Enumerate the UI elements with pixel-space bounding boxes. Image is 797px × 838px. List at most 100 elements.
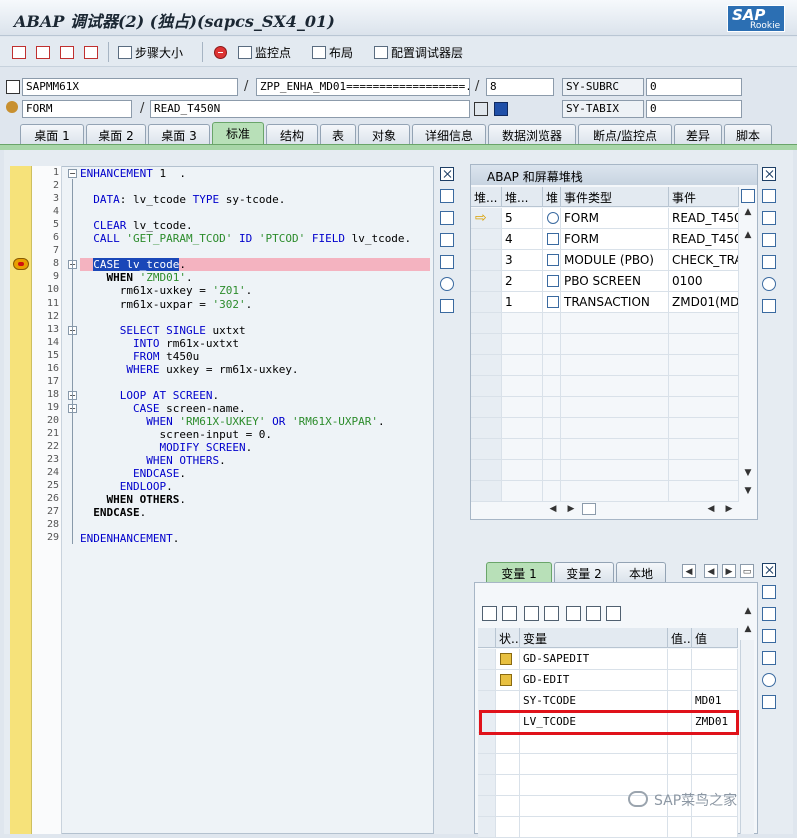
resize-icon[interactable] xyxy=(762,255,776,269)
scroll-right-arrow-icon[interactable]: ▶ xyxy=(722,502,736,516)
services-icon[interactable] xyxy=(762,673,776,687)
close-icon[interactable] xyxy=(762,563,776,577)
stack-event-type[interactable]: MODULE (PBO) xyxy=(561,250,669,271)
stack-column-header[interactable]: 堆... xyxy=(502,187,543,207)
code-line[interactable]: FROM t450u xyxy=(80,350,199,363)
stack-event-type[interactable]: FORM xyxy=(561,208,669,229)
stack-event[interactable]: 0100 xyxy=(669,271,739,292)
stack-level[interactable]: 3 xyxy=(502,250,543,271)
stack-column-header[interactable]: 事件类型 xyxy=(561,187,669,207)
variable-cell[interactable] xyxy=(668,691,692,712)
services-icon[interactable] xyxy=(440,277,454,291)
tab-variables-2[interactable]: 变量 2 xyxy=(554,562,614,582)
code-line[interactable]: screen-input = 0. xyxy=(80,428,272,441)
hierarchy-icon[interactable] xyxy=(566,606,581,621)
stack-column-header[interactable]: 堆 xyxy=(543,187,561,207)
variable-value[interactable] xyxy=(692,670,738,691)
variables-column-header[interactable] xyxy=(478,628,496,648)
variables-column-header[interactable]: 值... xyxy=(668,628,692,648)
tab-variables-1[interactable]: 变量 1 xyxy=(486,562,552,582)
tab-breakpoints[interactable]: 断点/监控点 xyxy=(578,124,672,145)
tab-table[interactable]: 表 xyxy=(320,124,356,145)
tag-icon[interactable] xyxy=(606,606,621,621)
code-line[interactable]: LOOP AT SCREEN. xyxy=(80,389,219,402)
stack-row-marker[interactable] xyxy=(471,271,502,292)
variables-column-header[interactable]: 状... xyxy=(496,628,520,648)
stack-event[interactable]: READ_T450N xyxy=(669,208,739,229)
resize-icon[interactable] xyxy=(762,651,776,665)
code-line[interactable]: rm61x-uxkey = 'Z01'. xyxy=(80,284,252,297)
tab-local[interactable]: 本地 xyxy=(616,562,666,582)
horizontal-scroll-thumb[interactable] xyxy=(582,503,596,515)
program-field[interactable]: SAPMM61X xyxy=(22,78,238,96)
stack-row-marker[interactable] xyxy=(471,229,502,250)
variable-cell[interactable] xyxy=(478,670,496,691)
stack-column-header[interactable]: 堆... xyxy=(471,187,502,207)
column-settings-icon[interactable] xyxy=(741,189,755,203)
step-into-button[interactable] xyxy=(12,43,26,61)
settings-icon[interactable] xyxy=(762,695,776,709)
stack-level[interactable]: 5 xyxy=(502,208,543,229)
info-icon[interactable] xyxy=(494,102,508,116)
stack-event-type[interactable]: PBO SCREEN xyxy=(561,271,669,292)
code-line[interactable]: CALL 'GET_PARAM_TCOD' ID 'PTCOD' FIELD l… xyxy=(80,232,411,245)
tab-diff[interactable]: 差异 xyxy=(674,124,722,145)
services-icon[interactable] xyxy=(762,277,776,291)
stack-row-marker[interactable] xyxy=(471,292,502,313)
tab-list-icon[interactable]: ▭ xyxy=(740,564,754,578)
tab-desktop-1[interactable]: 桌面 1 xyxy=(20,124,84,145)
import-icon[interactable] xyxy=(502,606,517,621)
stack-event[interactable]: CHECK_TRANS xyxy=(669,250,739,271)
stack-event[interactable]: READ_T450N xyxy=(669,229,739,250)
tab-desktop-3[interactable]: 桌面 3 xyxy=(148,124,210,145)
stack-level[interactable]: 1 xyxy=(502,292,543,313)
variable-cell[interactable] xyxy=(668,670,692,691)
event-type-field[interactable]: FORM xyxy=(22,100,132,118)
tab-object[interactable]: 对象 xyxy=(358,124,410,145)
settings-icon[interactable] xyxy=(762,299,776,313)
code-line[interactable]: DATA: lv_tcode TYPE sy-tcode. xyxy=(80,193,285,206)
tab-script[interactable]: 脚本 xyxy=(724,124,772,145)
scroll-left-arrow-icon[interactable]: ◀ xyxy=(546,502,560,516)
code-line[interactable]: MODIFY SCREEN. xyxy=(80,441,252,454)
variable-value[interactable] xyxy=(692,649,738,670)
scroll-down-arrow-icon[interactable]: ▼ xyxy=(741,466,755,480)
current-code-line[interactable]: CASE lv_tcode. xyxy=(80,258,430,272)
new-tool-icon[interactable] xyxy=(762,189,776,203)
fullscreen-icon[interactable] xyxy=(762,629,776,643)
close-icon[interactable] xyxy=(440,167,454,181)
new-tool-icon[interactable] xyxy=(762,585,776,599)
fullscreen-icon[interactable] xyxy=(440,233,454,247)
layout-button[interactable]: 布局 xyxy=(312,43,353,61)
variable-name[interactable]: GD-SAPEDIT xyxy=(520,649,668,670)
swap-tool-icon[interactable] xyxy=(762,211,776,225)
stack-row-marker[interactable] xyxy=(471,250,502,271)
variables-vertical-scrollbar[interactable] xyxy=(740,640,754,834)
stack-event-type[interactable]: FORM xyxy=(561,229,669,250)
fold-toggle-icon[interactable]: − xyxy=(68,169,77,178)
config-layer-button[interactable]: 配置调试器层 xyxy=(374,43,463,61)
line-field[interactable]: 8 xyxy=(486,78,554,96)
code-line[interactable]: ENDCASE. xyxy=(80,467,186,480)
step-size-button[interactable]: 步骤大小 xyxy=(118,43,183,61)
variables-column-header[interactable]: 值 xyxy=(692,628,738,648)
resize-icon[interactable] xyxy=(440,255,454,269)
variable-cell[interactable] xyxy=(478,649,496,670)
scroll-down-arrow-icon[interactable]: ▼ xyxy=(741,484,755,498)
variables-column-header[interactable]: 变量 xyxy=(520,628,668,648)
delete-icon[interactable] xyxy=(482,606,497,621)
event-field[interactable]: READ_T450N xyxy=(150,100,470,118)
code-line[interactable]: WHEN OTHERS. xyxy=(80,454,226,467)
code-line[interactable]: ENHANCEMENT 1 . xyxy=(80,167,186,180)
watchpoint-button[interactable]: 监控点 xyxy=(238,43,291,61)
stack-event-type[interactable]: TRANSACTION xyxy=(561,292,669,313)
scroll-up-arrow-icon[interactable]: ▲ xyxy=(741,622,755,636)
variable-value[interactable]: MD01 xyxy=(692,691,738,712)
scroll-up-arrow-icon[interactable]: ▲ xyxy=(741,205,755,219)
close-icon[interactable] xyxy=(762,167,776,181)
code-line[interactable]: ENDENHANCEMENT. xyxy=(80,532,179,545)
tab-standard[interactable]: 标准 xyxy=(212,122,264,145)
tab-scroll-left-icon[interactable]: ◀ xyxy=(704,564,718,578)
swap-tool-icon[interactable] xyxy=(762,607,776,621)
save-icon[interactable] xyxy=(524,606,539,621)
